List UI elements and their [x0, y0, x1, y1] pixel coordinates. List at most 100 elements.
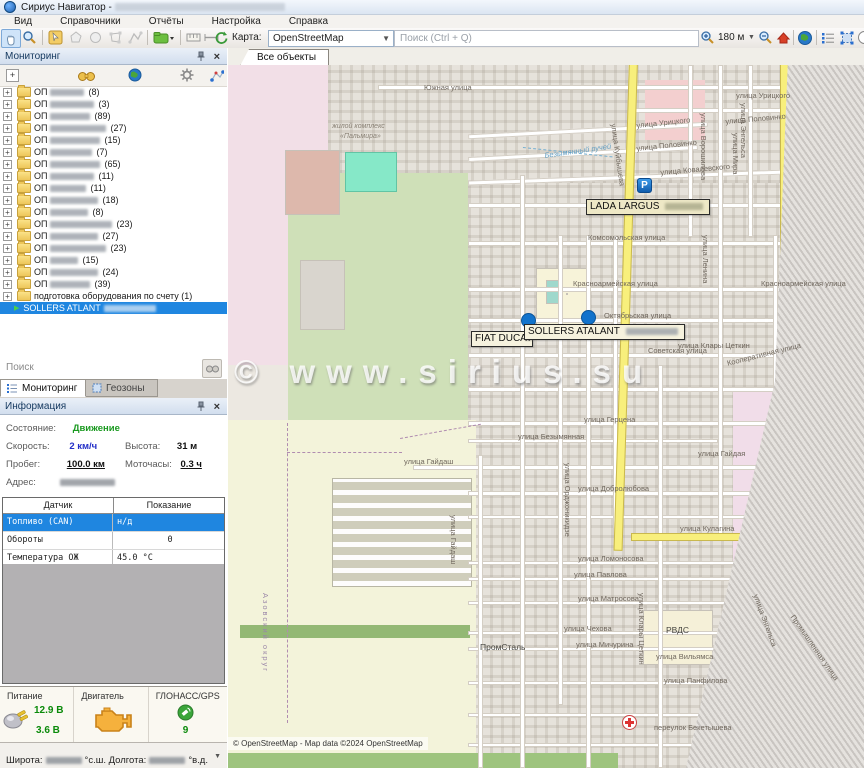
globe-show-icon[interactable]: [128, 68, 142, 87]
track-icon[interactable]: [210, 69, 224, 87]
tree-item[interactable]: +ОП(8): [0, 86, 227, 98]
measure-button[interactable]: [184, 29, 202, 46]
gear-icon[interactable]: [180, 68, 194, 87]
tree-item[interactable]: +ОП(27): [0, 230, 227, 242]
selection-area-button[interactable]: [838, 29, 856, 46]
hours-value[interactable]: 0.3 ч: [181, 459, 202, 470]
sensor-name: Обороты: [3, 532, 113, 549]
global-search-input[interactable]: Поиск (Ctrl + Q): [394, 30, 699, 47]
vehicle-marker[interactable]: [581, 310, 596, 325]
map-tab-all-objects[interactable]: Все объекты: [240, 49, 329, 66]
tree-item[interactable]: +ОП(24): [0, 266, 227, 278]
menu-directories[interactable]: Справочники: [46, 16, 135, 27]
tree-item[interactable]: +ОП(39): [0, 278, 227, 290]
map-provider-dropdown[interactable]: OpenStreetMap ▼: [268, 30, 394, 47]
tree-search-button[interactable]: [202, 359, 222, 378]
pan-tool-button[interactable]: [1, 29, 21, 48]
tree-item[interactable]: +ОП(89): [0, 110, 227, 122]
draw-route-button[interactable]: [126, 29, 144, 46]
expand-icon[interactable]: +: [3, 196, 12, 205]
tree-item[interactable]: +ОП(8): [0, 206, 227, 218]
tree-item[interactable]: +ОП(65): [0, 158, 227, 170]
object-list-button[interactable]: [819, 29, 837, 46]
map-canvas[interactable]: Южная улицаулица Урицкогоулица Урицкогоу…: [228, 65, 864, 768]
tree-item[interactable]: +ОП(23): [0, 218, 227, 230]
menu-view[interactable]: Вид: [0, 16, 46, 27]
expand-icon[interactable]: +: [3, 184, 12, 193]
close-icon[interactable]: ×: [214, 49, 220, 66]
draw-polygon-button[interactable]: [66, 29, 84, 46]
close-icon[interactable]: ×: [214, 399, 220, 416]
folder-icon: [17, 159, 31, 169]
zoom-in-button[interactable]: [698, 29, 716, 46]
expand-icon[interactable]: +: [3, 148, 12, 157]
expand-icon[interactable]: +: [3, 124, 12, 133]
expand-icon[interactable]: +: [3, 112, 12, 121]
height-value: 31 м: [177, 441, 197, 452]
vehicle-label-sollers[interactable]: SOLLERS ATALANT: [524, 324, 685, 340]
expand-icon[interactable]: +: [3, 280, 12, 289]
address-row: Адрес:: [6, 477, 118, 489]
monitoring-toolbar: +: [0, 65, 227, 87]
hand-icon: [4, 32, 18, 46]
expand-icon[interactable]: +: [3, 292, 12, 301]
expand-icon[interactable]: +: [3, 244, 12, 253]
sensor-row[interactable]: Обороты0: [3, 532, 224, 550]
chevron-down-icon[interactable]: ▼: [748, 34, 755, 41]
tree-item[interactable]: +ОП(7): [0, 146, 227, 158]
menu-reports[interactable]: Отчёты: [135, 16, 198, 27]
expand-icon[interactable]: +: [3, 208, 12, 217]
expand-all-button[interactable]: +: [6, 69, 19, 82]
menu-help[interactable]: Справка: [275, 16, 342, 27]
binoculars-icon[interactable]: [78, 69, 95, 87]
draw-circle-button[interactable]: [86, 29, 104, 46]
chevron-down-icon[interactable]: ▼: [214, 753, 221, 760]
redacted-title: [115, 3, 285, 11]
folder-icon: [17, 207, 31, 217]
expand-icon[interactable]: +: [3, 100, 12, 109]
expand-icon[interactable]: +: [3, 220, 12, 229]
tree-item[interactable]: +ОП(27): [0, 122, 227, 134]
app-window: Сириус Навигатор - Вид Справочники Отчёт…: [0, 0, 864, 768]
expand-icon[interactable]: +: [3, 268, 12, 277]
tree-item-preparation[interactable]: + подготовка оборудования по счету (1): [0, 290, 227, 302]
speed-value: 2 км/ч: [69, 441, 97, 452]
sensor-row[interactable]: Топливо (CAN)н/д: [3, 514, 224, 532]
refresh-button[interactable]: [212, 29, 230, 46]
map-scale-value[interactable]: 180 м: [718, 32, 744, 43]
select-edit-button[interactable]: [46, 29, 64, 46]
sensor-value: 0: [113, 532, 223, 549]
expand-icon[interactable]: +: [3, 88, 12, 97]
tree-search-input[interactable]: Поиск: [6, 362, 34, 373]
mileage-value[interactable]: 100.0 км: [67, 459, 105, 470]
menu-settings[interactable]: Настройка: [198, 16, 275, 27]
tree-item-selected-vehicle[interactable]: ▶ SOLLERS ATLANT: [0, 302, 227, 314]
tree-item[interactable]: +ОП(23): [0, 242, 227, 254]
route-icon: [128, 30, 143, 45]
tree-item[interactable]: +ОП(3): [0, 98, 227, 110]
expand-icon[interactable]: +: [3, 232, 12, 241]
tab-geozones[interactable]: Геозоны: [86, 379, 158, 397]
tree-item[interactable]: +ОП(11): [0, 170, 227, 182]
vehicle-label-lada[interactable]: LADA LARGUS: [586, 199, 710, 215]
folder-icon: [17, 231, 31, 241]
zoom-tool-button[interactable]: [20, 29, 38, 46]
expand-icon[interactable]: +: [3, 136, 12, 145]
power-voltage-main: 12.9 В: [34, 705, 63, 716]
tree-item[interactable]: +ОП(15): [0, 254, 227, 266]
edit-nodes-button[interactable]: [106, 29, 124, 46]
title-bar: Сириус Навигатор -: [0, 0, 864, 15]
parking-icon[interactable]: P: [637, 178, 652, 193]
tree-item[interactable]: +ОП(11): [0, 182, 227, 194]
expand-icon[interactable]: +: [3, 256, 12, 265]
tab-monitoring[interactable]: Мониторинг: [0, 379, 86, 397]
tree-item[interactable]: +ОП(18): [0, 194, 227, 206]
home-view-button[interactable]: [774, 29, 792, 46]
tree-item[interactable]: +ОП(15): [0, 134, 227, 146]
globe-button[interactable]: [796, 29, 814, 46]
expand-icon[interactable]: +: [3, 172, 12, 181]
expand-icon[interactable]: +: [3, 160, 12, 169]
zoom-out-button[interactable]: [756, 29, 774, 46]
layers-button[interactable]: [151, 29, 177, 46]
history-button[interactable]: [855, 29, 864, 46]
